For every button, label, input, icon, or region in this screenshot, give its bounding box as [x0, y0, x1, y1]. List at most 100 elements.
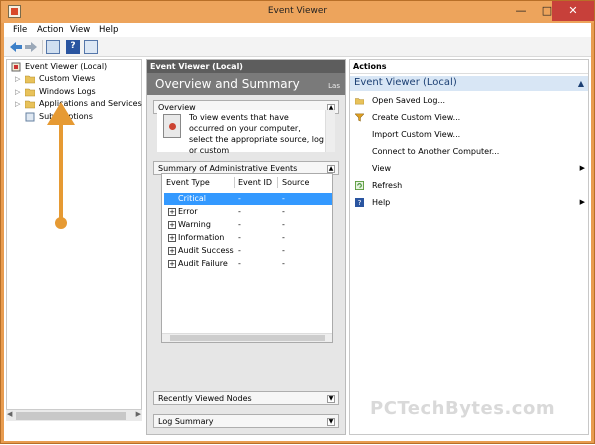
console-tree-icon[interactable]	[46, 40, 60, 54]
column-header-source[interactable]: Source	[282, 178, 309, 187]
expand-plus-icon[interactable]: +	[168, 221, 176, 229]
tree-horizontal-scrollbar[interactable]: ◀ ▶	[6, 409, 142, 421]
action-label: Connect to Another Computer...	[372, 147, 500, 156]
summary-table: Event Type Event ID Source Critical - - …	[161, 173, 333, 343]
close-button[interactable]: ✕	[552, 1, 594, 21]
expand-chevron-icon[interactable]: ▷	[15, 75, 23, 83]
menu-help[interactable]: Help	[99, 25, 118, 35]
table-row[interactable]: Critical - -	[164, 193, 332, 205]
source-cell: -	[282, 207, 285, 216]
subscriptions-icon	[25, 112, 35, 122]
table-row[interactable]: + Audit Success - -	[164, 245, 332, 257]
expand-plus-icon[interactable]: +	[168, 234, 176, 242]
event-id-cell: -	[238, 207, 241, 216]
banner-title: Overview and Summary	[155, 77, 300, 91]
section-label: Summary of Administrative Events	[158, 164, 298, 173]
expand-icon[interactable]: ▼	[327, 395, 335, 403]
submenu-arrow-icon: ▶	[579, 198, 585, 206]
action-view[interactable]: View ▶	[350, 162, 588, 176]
table-row[interactable]: + Information - -	[164, 232, 332, 244]
tree-item-event-viewer-local[interactable]: Event Viewer (Local)	[9, 62, 139, 74]
expand-chevron-icon[interactable]: ▷	[15, 88, 23, 96]
column-separator	[277, 177, 278, 188]
filter-icon	[355, 113, 364, 122]
menu-file[interactable]: File	[13, 25, 27, 35]
expand-chevron-icon[interactable]: ▷	[15, 100, 23, 108]
scrollbar-thumb[interactable]	[16, 412, 126, 420]
action-connect-another-computer[interactable]: Connect to Another Computer...	[350, 145, 588, 159]
table-row[interactable]: + Error - -	[164, 206, 332, 218]
scroll-left-icon[interactable]: ◀	[7, 410, 12, 418]
event-id-cell: -	[238, 194, 241, 203]
tree-item-windows-logs[interactable]: ▷ Windows Logs	[15, 87, 140, 99]
minimize-button[interactable]: —	[508, 1, 534, 21]
action-create-custom-view[interactable]: Create Custom View...	[350, 111, 588, 125]
scroll-right-icon[interactable]: ▶	[136, 410, 141, 418]
action-import-custom-view[interactable]: Import Custom View...	[350, 128, 588, 142]
forward-arrow-icon[interactable]	[24, 40, 38, 54]
tree-item-applications-services[interactable]: ▷ Applications and Services Lo	[15, 99, 142, 111]
expand-icon[interactable]: ▼	[327, 418, 335, 426]
overview-content: To view events that have occurred on you…	[157, 110, 335, 155]
collapse-icon[interactable]: ▲	[327, 165, 335, 173]
back-arrow-icon[interactable]	[9, 40, 23, 54]
event-viewer-icon	[11, 62, 21, 72]
collapse-triangle-icon[interactable]: ▲	[578, 79, 584, 88]
action-help[interactable]: ? Help ▶	[350, 196, 588, 210]
watermark-text: PCTechBytes.com	[370, 398, 556, 419]
log-summary-section-header[interactable]: Log Summary ▼	[153, 414, 339, 428]
table-horizontal-scrollbar[interactable]	[162, 333, 332, 342]
section-label: Recently Viewed Nodes	[158, 394, 252, 403]
event-type-cell: Audit Failure	[178, 259, 228, 268]
column-separator	[234, 177, 235, 188]
show-pane-icon[interactable]	[84, 40, 98, 54]
event-id-cell: -	[238, 233, 241, 242]
toolbar: ?	[4, 37, 591, 57]
help-icon: ?	[355, 198, 364, 207]
source-cell: -	[282, 220, 285, 229]
scrollbar-thumb[interactable]	[170, 335, 325, 341]
overview-scrollbar[interactable]	[325, 110, 335, 152]
menu-bar: File Action View Help	[4, 23, 591, 37]
overview-text: To view events that have occurred on you…	[189, 113, 324, 155]
toolbar-separator	[42, 40, 43, 54]
svg-text:?: ?	[358, 198, 362, 207]
menu-view[interactable]: View	[70, 25, 90, 35]
help-icon[interactable]: ?	[66, 40, 80, 54]
menu-action[interactable]: Action	[37, 25, 64, 35]
column-header-event-id[interactable]: Event ID	[238, 178, 272, 187]
actions-header: Actions	[350, 60, 588, 74]
actions-subheader[interactable]: Event Viewer (Local) ▲	[350, 76, 588, 91]
event-id-cell: -	[238, 246, 241, 255]
section-label: Log Summary	[158, 417, 214, 426]
action-refresh[interactable]: Refresh	[350, 179, 588, 193]
tree-item-label: Custom Views	[39, 74, 96, 83]
overview-banner: Overview and Summary Las	[147, 73, 345, 95]
table-row[interactable]: + Audit Failure - -	[164, 258, 332, 270]
expand-plus-icon[interactable]: +	[168, 260, 176, 268]
event-log-icon	[163, 114, 181, 138]
column-header-event-type[interactable]: Event Type	[166, 178, 210, 187]
refresh-icon	[355, 181, 364, 190]
folder-icon	[25, 100, 35, 109]
console-tree-pane: Event Viewer (Local) ▷ Custom Views ▷ Wi…	[6, 59, 142, 421]
event-id-cell: -	[238, 220, 241, 229]
action-open-saved-log[interactable]: Open Saved Log...	[350, 94, 588, 108]
event-type-cell: Warning	[178, 220, 211, 229]
source-cell: -	[282, 259, 285, 268]
main-pane-header: Event Viewer (Local)	[147, 60, 345, 73]
tree-item-subscriptions[interactable]: Subscriptions	[15, 112, 140, 124]
expand-plus-icon[interactable]: +	[168, 208, 176, 216]
open-log-icon	[355, 98, 364, 105]
recently-viewed-section-header[interactable]: Recently Viewed Nodes ▼	[153, 391, 339, 405]
tree-item-label: Event Viewer (Local)	[25, 62, 108, 71]
table-row[interactable]: + Warning - -	[164, 219, 332, 231]
tree-item-label: Windows Logs	[39, 87, 96, 96]
source-cell: -	[282, 246, 285, 255]
tree-item-custom-views[interactable]: ▷ Custom Views	[15, 74, 140, 86]
source-cell: -	[282, 194, 285, 203]
tree-item-label: Subscriptions	[39, 112, 93, 121]
client-area: File Action View Help ? Event Viewer (Lo…	[4, 23, 591, 441]
expand-plus-icon[interactable]: +	[168, 247, 176, 255]
last-refreshed-label: Las	[328, 82, 340, 90]
